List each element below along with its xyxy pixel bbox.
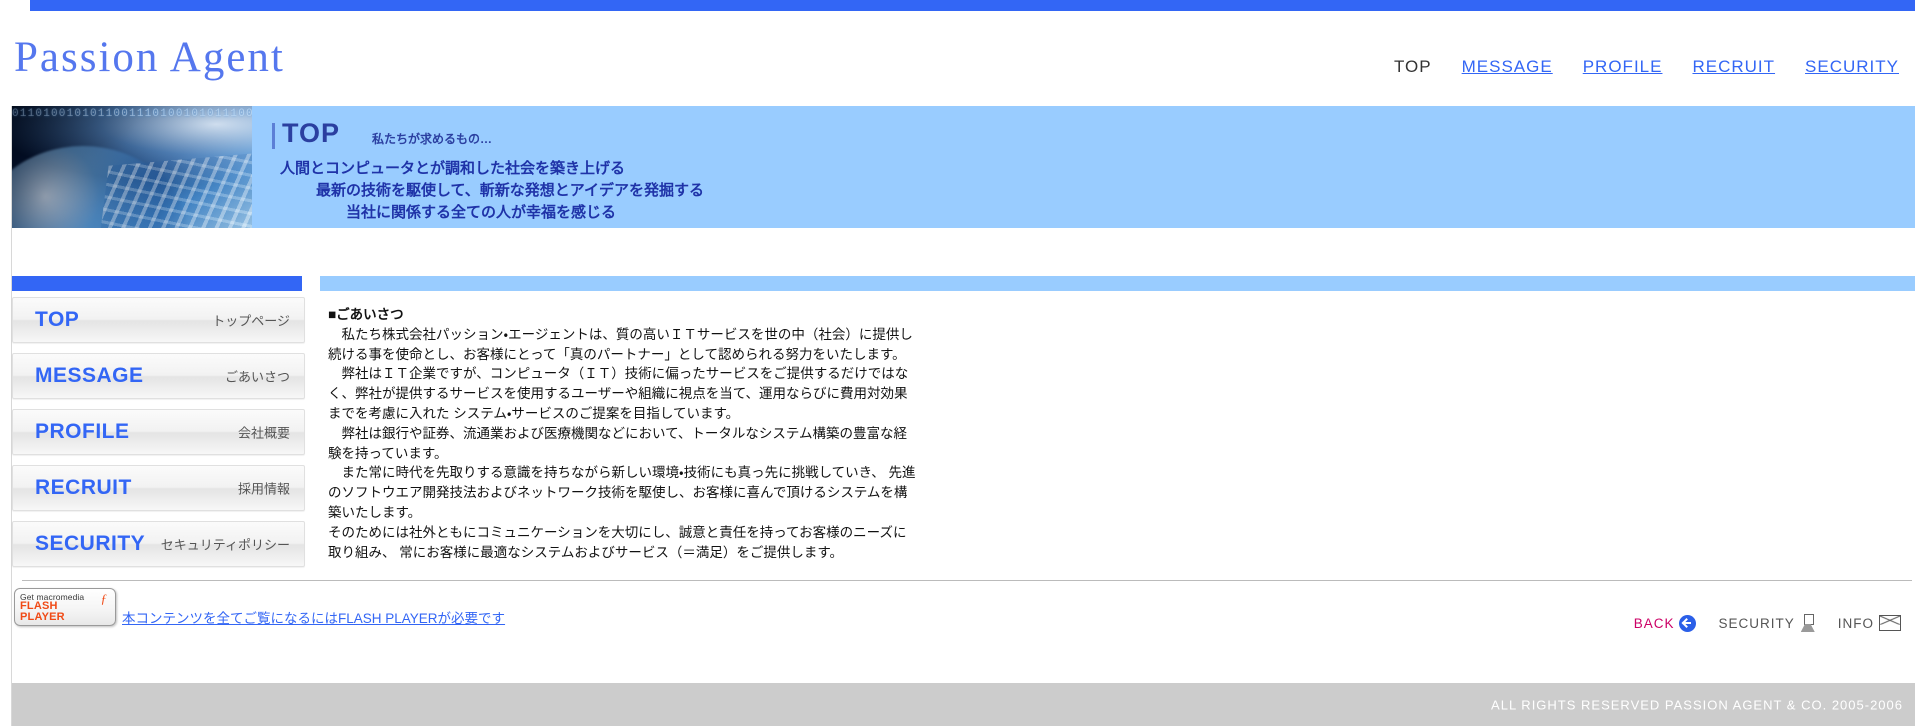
envelope-icon: [1879, 615, 1901, 631]
hero-title: TOP: [282, 118, 341, 148]
sidebar-item-top-subtitle: トップページ: [212, 313, 290, 329]
sidebar-item-top-label: TOP: [35, 308, 80, 331]
hero-slogan-list: 人間とコンピュータとが調和した社会を築き上げる 最新の技術を駆使して、斬新な発想…: [280, 158, 704, 224]
sidebar-item-profile-label: PROFILE: [35, 420, 130, 443]
footer-link-back[interactable]: BACK: [1633, 614, 1697, 632]
arrow-left-circle-icon: [1679, 614, 1697, 632]
sidebar-item-message-label: MESSAGE: [35, 364, 144, 387]
content-paragraph-2: 弊社はＩＴ企業ですが、コンピュータ（ＩＴ）技術に偏ったサービスをご提供するだけで…: [328, 366, 909, 421]
hero-banner: 0110100101011001110100101011100101011001…: [12, 106, 1915, 228]
sidebar-item-recruit-subtitle: 採用情報: [237, 481, 290, 497]
hero-text-area: TOP 私たちが求めるもの… 人間とコンピュータとが調和した社会を築き上げる 最…: [264, 106, 1915, 228]
guard-head-shape: [1803, 614, 1814, 625]
sidebar-item-profile[interactable]: PROFILE 会社概要: [12, 409, 305, 455]
macromedia-flash-icon: ƒ: [100, 591, 108, 606]
copyright-bar: ALL RIGHTS RESERVED PASSION AGENT & CO. …: [12, 683, 1915, 726]
hero-slogan-2: 最新の技術を駆使して、斬新な発想とアイデアを発掘する: [316, 182, 705, 199]
hero-title-marker: [272, 123, 275, 149]
sidebar-item-message[interactable]: MESSAGE ごあいさつ: [12, 353, 305, 399]
sidebar-item-message-subtitle: ごあいさつ: [224, 369, 290, 385]
flash-player-badge[interactable]: Get macromedia FLASH PLAYER ƒ: [14, 588, 116, 626]
hero-subtitle: 私たちが求めるもの…: [372, 132, 493, 146]
sidebar-item-security[interactable]: SECURITY セキュリティポリシー: [12, 521, 305, 567]
footer-link-info[interactable]: INFO: [1838, 615, 1901, 631]
footer-link-security-label: SECURITY: [1718, 615, 1795, 631]
content-header-bar: [320, 276, 1915, 291]
security-guard-icon: [1800, 614, 1816, 632]
content-divider-band: [12, 276, 1915, 291]
main-content: ■ごあいさつ 私たち株式会社パッション・エージェントは、質の高いＩＴサービスを世…: [328, 305, 918, 562]
sidebar-item-recruit[interactable]: RECRUIT 採用情報: [12, 465, 305, 511]
hero-slogan-1: 人間とコンピュータとが調和した社会を築き上げる: [280, 160, 626, 177]
sidebar-item-recruit-label: RECRUIT: [35, 476, 132, 499]
footer-link-security[interactable]: SECURITY: [1718, 614, 1815, 632]
nav-item-recruit[interactable]: RECRUIT: [1692, 57, 1775, 77]
sidebar-item-profile-subtitle: 会社概要: [237, 425, 290, 441]
sidebar-item-security-subtitle: セキュリティポリシー: [160, 537, 290, 553]
content-paragraph-1: 私たち株式会社パッション・エージェントは、質の高いＩＴサービスを世の中（社会）に…: [328, 326, 913, 362]
footer-link-back-label: BACK: [1633, 615, 1675, 631]
flash-badge-line-2: PLAYER: [20, 611, 65, 623]
footer-link-info-label: INFO: [1837, 615, 1874, 631]
copyright-text: ALL RIGHTS RESERVED PASSION AGENT & CO. …: [1491, 697, 1903, 712]
footer-navigation: BACK SECURITY INFO: [1634, 614, 1901, 632]
global-navigation: TOP MESSAGE PROFILE RECRUIT SECURITY: [1394, 57, 1899, 77]
nav-item-message[interactable]: MESSAGE: [1462, 57, 1553, 77]
footer-divider: [22, 580, 1912, 581]
site-logo: Passion Agent: [14, 34, 285, 81]
content-heading: ■ごあいさつ: [328, 307, 404, 322]
top-accent-bar: [30, 0, 1915, 11]
sidebar-item-top[interactable]: TOP トップページ: [12, 297, 305, 343]
content-paragraph-4: また常に時代を先取りする意識を持ちながら新しい環境・技術にも真っ先に挑戦していき…: [328, 465, 916, 520]
sidebar-item-security-label: SECURITY: [35, 532, 146, 555]
guard-body-shape: [1800, 624, 1815, 632]
content-paragraph-3: 弊社は銀行や証券、流通業および医療機関などにおいて、トータルなシステム構築の豊富…: [328, 425, 908, 461]
content-closing: そのためには社外ともにコミュニケーションを大切にし、誠意と責任を持ってお客様のニ…: [328, 524, 907, 560]
hero-photo: 0110100101011001110100101011100101011001…: [12, 106, 252, 228]
nav-item-profile[interactable]: PROFILE: [1583, 57, 1663, 77]
flash-player-link[interactable]: 本コンテンツを全てご覧になるにはFLASH PLAYERが必要です: [122, 607, 505, 627]
hero-photo-overlay: [12, 106, 252, 228]
hero-slogan-3: 当社に関係する全ての人が幸福を感じる: [346, 204, 617, 221]
site-header: Passion Agent TOP MESSAGE PROFILE RECRUI…: [0, 11, 1915, 106]
sidebar-menu: TOP トップページ MESSAGE ごあいさつ PROFILE 会社概要 RE…: [12, 297, 305, 577]
sidebar-header-bar: [12, 276, 302, 291]
nav-item-top[interactable]: TOP: [1394, 57, 1432, 77]
nav-item-security[interactable]: SECURITY: [1805, 57, 1899, 77]
